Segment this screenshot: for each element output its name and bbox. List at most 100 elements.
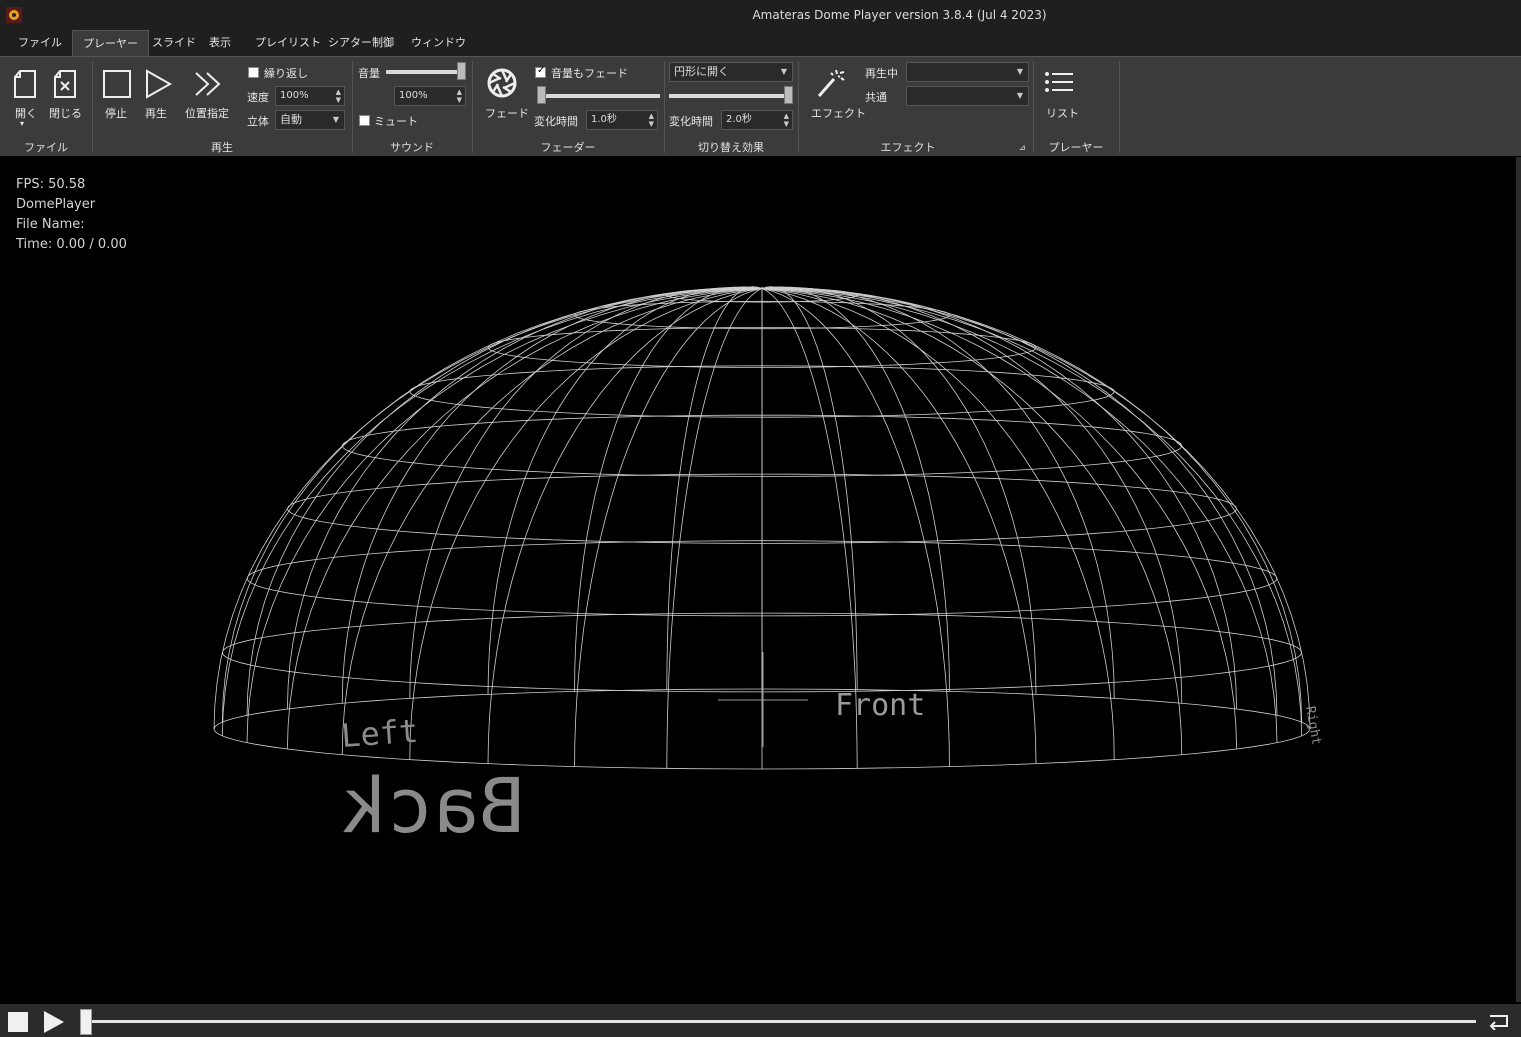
volume-slider-thumb[interactable] [457, 62, 466, 80]
transport-play-button[interactable] [44, 1011, 64, 1033]
effect-group-label: エフェクト [880, 141, 936, 154]
volume-slider[interactable] [386, 70, 466, 74]
title-bar: Amateras Dome Player version 3.8.4 (Jul … [0, 0, 1521, 30]
stop-label[interactable]: 停止 [105, 105, 127, 121]
meridian-line [287, 288, 763, 750]
meridian-line [246, 288, 763, 743]
dome-grid-lines [213, 286, 1311, 770]
tab-file[interactable]: ファイル [8, 30, 72, 56]
meridian-line [221, 288, 763, 723]
effect-common-label: 共通 [865, 91, 887, 104]
fader-time-spinner[interactable]: 1.0秒 ▲ ▼ [586, 110, 658, 130]
tab-view[interactable]: 表示 [199, 30, 241, 56]
tab-window[interactable]: ウィンドウ [401, 30, 476, 56]
fader-slider-thumb[interactable] [537, 86, 546, 104]
play-button[interactable] [143, 69, 173, 102]
volume-label: 音量 [358, 67, 380, 80]
tab-player[interactable]: プレーヤー [72, 30, 149, 56]
transport-stop-button[interactable] [8, 1012, 28, 1032]
fade-volume-checkbox[interactable] [535, 65, 546, 78]
close-file-icon [54, 70, 76, 98]
meridian-line [761, 288, 1183, 755]
stop-button[interactable] [102, 69, 132, 102]
mute-label: ミュート [374, 115, 418, 128]
open-dropdown-icon[interactable]: ▾ [20, 119, 24, 128]
spinner-arrows-icon[interactable]: ▲ ▼ [457, 88, 462, 104]
dome-crosshair [718, 652, 808, 747]
transition-mode-select[interactable]: 円形に開く ▼ [669, 62, 793, 82]
meridian-line [574, 286, 763, 692]
stereo-select[interactable]: 自動 ▼ [275, 110, 345, 130]
list-button[interactable] [1044, 69, 1074, 100]
stereo-label: 立体 [247, 115, 269, 128]
close-button[interactable] [52, 69, 78, 102]
tab-slide[interactable]: スライド [142, 30, 206, 56]
transition-mode-value: 円形に開く [674, 65, 729, 78]
fade-label[interactable]: フェード [485, 105, 529, 121]
fade-button[interactable] [486, 67, 518, 102]
open-label[interactable]: 開く [15, 105, 37, 121]
transition-slider-thumb[interactable] [784, 86, 793, 104]
open-button[interactable] [12, 69, 38, 102]
ribbon-tab-bar: ファイル プレーヤー スライド 表示 プレイリスト シアター制御 ウィンドウ [0, 30, 1521, 56]
spinner-arrows-icon[interactable]: ▲ ▼ [784, 112, 789, 128]
transition-time-spinner[interactable]: 2.0秒 ▲ ▼ [721, 110, 793, 130]
list-label[interactable]: リスト [1046, 105, 1079, 121]
meridian-line [761, 286, 858, 690]
loop-icon[interactable] [1486, 1012, 1510, 1030]
meridian-line [487, 288, 763, 764]
dome-viewport[interactable]: Front Left Back Right FPS: 50.58 DomePla… [0, 157, 1516, 1002]
play-label[interactable]: 再生 [145, 105, 167, 121]
transition-change-time-label: 変化時間 [669, 115, 713, 128]
overlay-info: FPS: 50.58 DomePlayer File Name: Time: 0… [16, 175, 127, 255]
meridian-line [666, 288, 763, 769]
file-group-label: ファイル [24, 141, 68, 154]
transition-time-value: 2.0秒 [726, 114, 752, 125]
front-label: Front [835, 688, 925, 723]
seek-bar[interactable] [80, 1020, 1476, 1023]
transition-slider[interactable] [669, 94, 793, 98]
effect-playing-label: 再生中 [865, 67, 898, 80]
meridian-line [761, 288, 1278, 743]
meridian-line [761, 287, 1115, 699]
seek-label[interactable]: 位置指定 [185, 105, 229, 121]
tab-theater-control[interactable]: シアター制御 [318, 30, 404, 56]
mute-checkbox[interactable] [359, 115, 370, 126]
fade-volume-label: 音量もフェード [551, 67, 628, 80]
transition-group-label: 切り替え効果 [698, 141, 764, 154]
group-divider [1119, 61, 1120, 153]
player-group-label: プレーヤー [1048, 141, 1104, 154]
loop-checkbox[interactable] [248, 67, 259, 78]
fader-slider[interactable] [537, 94, 660, 98]
time-readout: Time: 0.00 / 0.00 [16, 237, 127, 252]
loop-label: 繰り返し [264, 67, 308, 80]
meridian-line [761, 288, 1303, 723]
spinner-arrows-icon[interactable]: ▲ ▼ [336, 88, 341, 104]
effect-button[interactable] [816, 67, 846, 102]
meridian-line [341, 287, 763, 704]
scrollbar[interactable] [1516, 157, 1521, 1002]
close-label[interactable]: 閉じる [49, 105, 82, 121]
dialog-launcher-icon[interactable]: ⊿ [1019, 143, 1026, 152]
spinner-arrows-icon[interactable]: ▲ ▼ [649, 112, 654, 128]
meridian-line [213, 288, 763, 730]
file-name: File Name: [16, 217, 85, 232]
fader-group-label: フェーダー [540, 141, 596, 154]
fader-time-value: 1.0秒 [591, 114, 617, 125]
speed-spinner[interactable]: 100% ▲ ▼ [275, 86, 345, 106]
fps-readout: FPS: 50.58 [16, 177, 86, 192]
effect-label[interactable]: エフェクト [811, 105, 866, 121]
effect-common-select[interactable]: ▼ [906, 86, 1029, 106]
meridian-line [761, 287, 1183, 704]
seek-button[interactable] [193, 69, 225, 102]
meridian-line [341, 288, 763, 755]
volume-spinner[interactable]: 100% ▲ ▼ [394, 86, 466, 106]
fast-forward-icon [195, 72, 221, 96]
window-title: Amateras Dome Player version 3.8.4 (Jul … [752, 8, 1047, 22]
effect-playing-select[interactable]: ▼ [906, 62, 1029, 82]
seek-thumb[interactable] [80, 1009, 92, 1035]
speed-label: 速度 [247, 91, 269, 104]
chevron-down-icon: ▼ [780, 67, 787, 76]
right-label: Right [1302, 705, 1324, 746]
meridian-line [761, 288, 1311, 730]
